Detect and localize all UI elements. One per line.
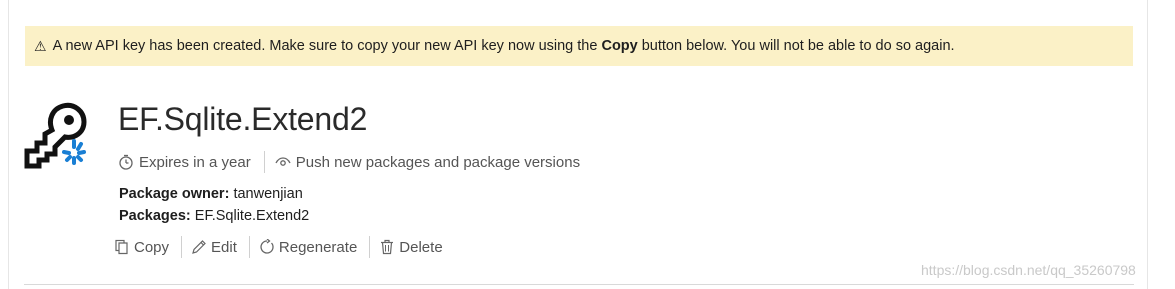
api-key-name: EF.Sqlite.Extend2 [118, 101, 368, 137]
refresh-icon [260, 239, 274, 254]
meta-divider [263, 151, 265, 173]
content-frame-left-border [8, 0, 9, 289]
package-owner-row: Package owner: tanwenjian [119, 186, 303, 202]
alert-text: A new API key has been created. Make sur… [52, 38, 955, 54]
scope-info: Push new packages and package versions [275, 154, 580, 171]
trash-icon [381, 239, 394, 255]
action-divider [181, 236, 183, 258]
timer-icon [119, 154, 133, 170]
api-key-created-alert: ⚠ A new API key has been created. Make s… [25, 26, 1133, 66]
packages-row: Packages: EF.Sqlite.Extend2 [119, 208, 309, 224]
copy-button[interactable]: Copy [114, 239, 169, 256]
packages-value: EF.Sqlite.Extend2 [194, 208, 310, 224]
content-frame-right-border [1147, 0, 1148, 289]
expiry-info: Expires in a year [118, 154, 251, 171]
delete-button-label: Delete [399, 238, 443, 256]
key-icon [24, 102, 87, 169]
action-divider [248, 236, 250, 258]
alert-copy-emphasis: Copy [601, 38, 638, 54]
scope-text: Push new packages and package versions [295, 153, 581, 171]
regenerate-button[interactable]: Regenerate [259, 239, 357, 256]
pencil-icon [192, 240, 206, 254]
packages-label: Packages: [119, 208, 191, 224]
section-divider [24, 284, 1134, 285]
copy-icon [115, 239, 128, 255]
copy-button-label: Copy [134, 238, 170, 256]
package-owner-value: tanwenjian [233, 186, 303, 202]
package-owner-label: Package owner: [119, 186, 230, 202]
key-actions-bar: Copy Edit Regenerate Delete [114, 236, 443, 258]
watermark-url: https://blog.csdn.net/qq_35260798 [921, 262, 1136, 278]
warning-triangle-icon: ⚠ [34, 37, 47, 54]
edit-button-label: Edit [211, 238, 237, 256]
delete-button[interactable]: Delete [379, 238, 443, 256]
action-divider [369, 236, 371, 258]
key-meta-row: Expires in a year Push new packages and … [118, 151, 580, 173]
expiry-text: Expires in a year [139, 153, 251, 171]
edit-button[interactable]: Edit [191, 239, 237, 256]
eye-icon [275, 157, 291, 166]
regenerate-button-label: Regenerate [278, 238, 358, 256]
